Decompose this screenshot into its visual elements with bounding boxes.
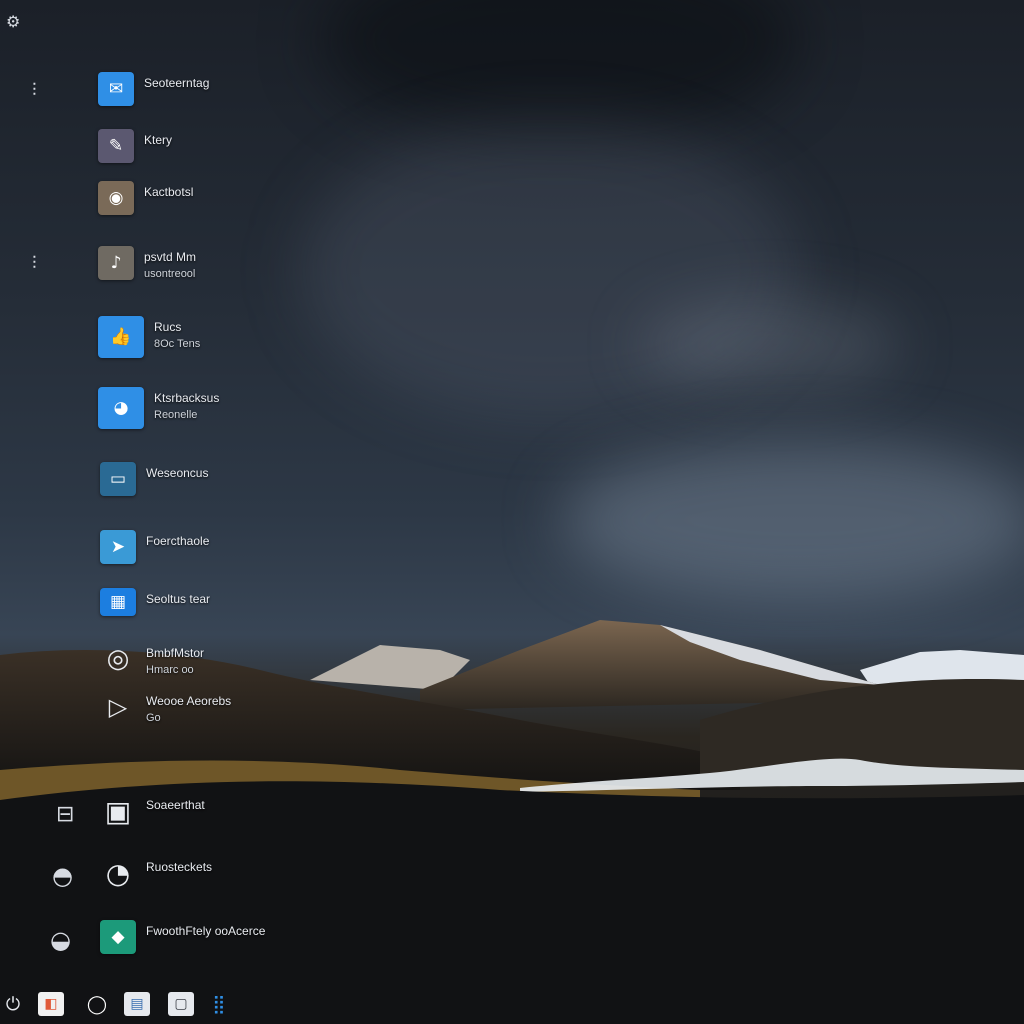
contacts-icon: ◔	[105, 856, 131, 890]
desktop-item-label: Ktery	[144, 133, 173, 147]
desktop-item-camera[interactable]: ◉ Kactbotsl	[98, 181, 193, 215]
lock-icon[interactable]: ◒	[50, 928, 71, 952]
desktop-item-label: Seoteerntag	[144, 76, 210, 90]
desktop-item-label: Kactbotsl	[144, 185, 194, 199]
news-icon: ▦	[100, 588, 136, 616]
settings-icon[interactable]: ⚙	[6, 14, 20, 30]
desktop-item-laptop[interactable]: ▣ Soaeerthat	[100, 794, 205, 828]
desktop-item-label: Ktsrbacksus	[154, 391, 220, 405]
printer-icon[interactable]: ⊟	[56, 804, 74, 826]
play-icon: ▷	[108, 693, 128, 721]
desktop-item-photos[interactable]: ◆ FwoothFtely ooAcerce	[100, 920, 265, 954]
desktop-item-label: Foercthaole	[146, 534, 210, 548]
desktop-item-label: Weooe Aeorebs	[146, 694, 232, 708]
power-icon[interactable]: ⏻	[0, 992, 26, 1016]
search-icon[interactable]: ◯	[84, 992, 110, 1016]
taskbar: ⏻ ◧ ◯ ▤ ▢ ⣿	[0, 984, 1024, 1024]
laptop-icon: ▣	[104, 794, 132, 828]
send-icon: ➤	[100, 530, 136, 564]
desktop: ⚙ ⫶ ⫶ ⊟ ◓ ◒ ✉ Seoteerntag ✎ Ktery ◉ Kact…	[0, 0, 1024, 1024]
desktop-item-label: Ruosteckets	[146, 860, 213, 874]
desktop-item-label: Weseoncus	[146, 466, 209, 480]
eye-icon: ◎	[106, 644, 130, 674]
handle-icon[interactable]: ⫶	[32, 255, 37, 273]
app-grid-icon[interactable]: ⣿	[206, 992, 232, 1016]
terminal-icon: ▭	[100, 462, 136, 496]
desktop-item-sublabel: Hmarc oo	[146, 664, 194, 676]
desktop-item-editor[interactable]: ✎ Ktery	[98, 129, 172, 163]
desktop-item-label: psvtd Mm	[144, 250, 197, 264]
desktop-item-eye[interactable]: ◎ BmbfMstor Hmarc oo	[100, 642, 204, 679]
desktop-item-label: Rucs	[154, 320, 182, 334]
desktop-item-media-player[interactable]: ♪ psvtd Mm usontreool	[98, 246, 196, 283]
desktop-item-label: Soaeerthat	[146, 798, 205, 812]
desktop-item-chat-app[interactable]: ◕ Ktsrbacksus Reonelle	[98, 387, 219, 429]
desktop-item-news[interactable]: ▦ Seoltus tear	[100, 588, 210, 616]
folder-icon[interactable]: ▢	[168, 992, 194, 1016]
desktop-item-label: Seoltus tear	[146, 592, 211, 606]
desktop-item-sublabel: usontreool	[144, 268, 196, 280]
user-icon[interactable]: ◓	[52, 864, 73, 888]
photos-icon: ◆	[100, 920, 136, 954]
thumbs-up-icon: 👍	[98, 316, 144, 358]
desktop-item-sublabel: 8Oc Tens	[154, 338, 201, 350]
desktop-item-play[interactable]: ▷ Weooe Aeorebs Go	[100, 690, 231, 727]
desktop-item-messenger[interactable]: ✉ Seoteerntag	[98, 72, 209, 106]
desktop-item-thumbs-up[interactable]: 👍 Rucs 8Oc Tens	[98, 316, 200, 358]
desktop-item-contacts[interactable]: ◔ Ruosteckets	[100, 856, 212, 890]
pin-icon[interactable]: ⫶	[32, 82, 37, 100]
browser-icon[interactable]: ◧	[38, 992, 64, 1016]
desktop-item-label: FwoothFtely ooAcerce	[146, 924, 266, 938]
desktop-item-terminal[interactable]: ▭ Weseoncus	[100, 462, 208, 496]
media-player-icon: ♪	[98, 246, 134, 280]
desktop-item-sublabel: Reonelle	[154, 409, 198, 421]
desktop-item-sublabel: Go	[146, 712, 161, 724]
messenger-icon: ✉	[98, 72, 134, 106]
chat-app-icon: ◕	[98, 387, 144, 429]
desktop-item-label: BmbfMstor	[146, 646, 205, 660]
editor-icon: ✎	[98, 129, 134, 163]
store-icon[interactable]: ▤	[124, 992, 150, 1016]
desktop-item-send[interactable]: ➤ Foercthaole	[100, 530, 209, 564]
camera-icon: ◉	[98, 181, 134, 215]
